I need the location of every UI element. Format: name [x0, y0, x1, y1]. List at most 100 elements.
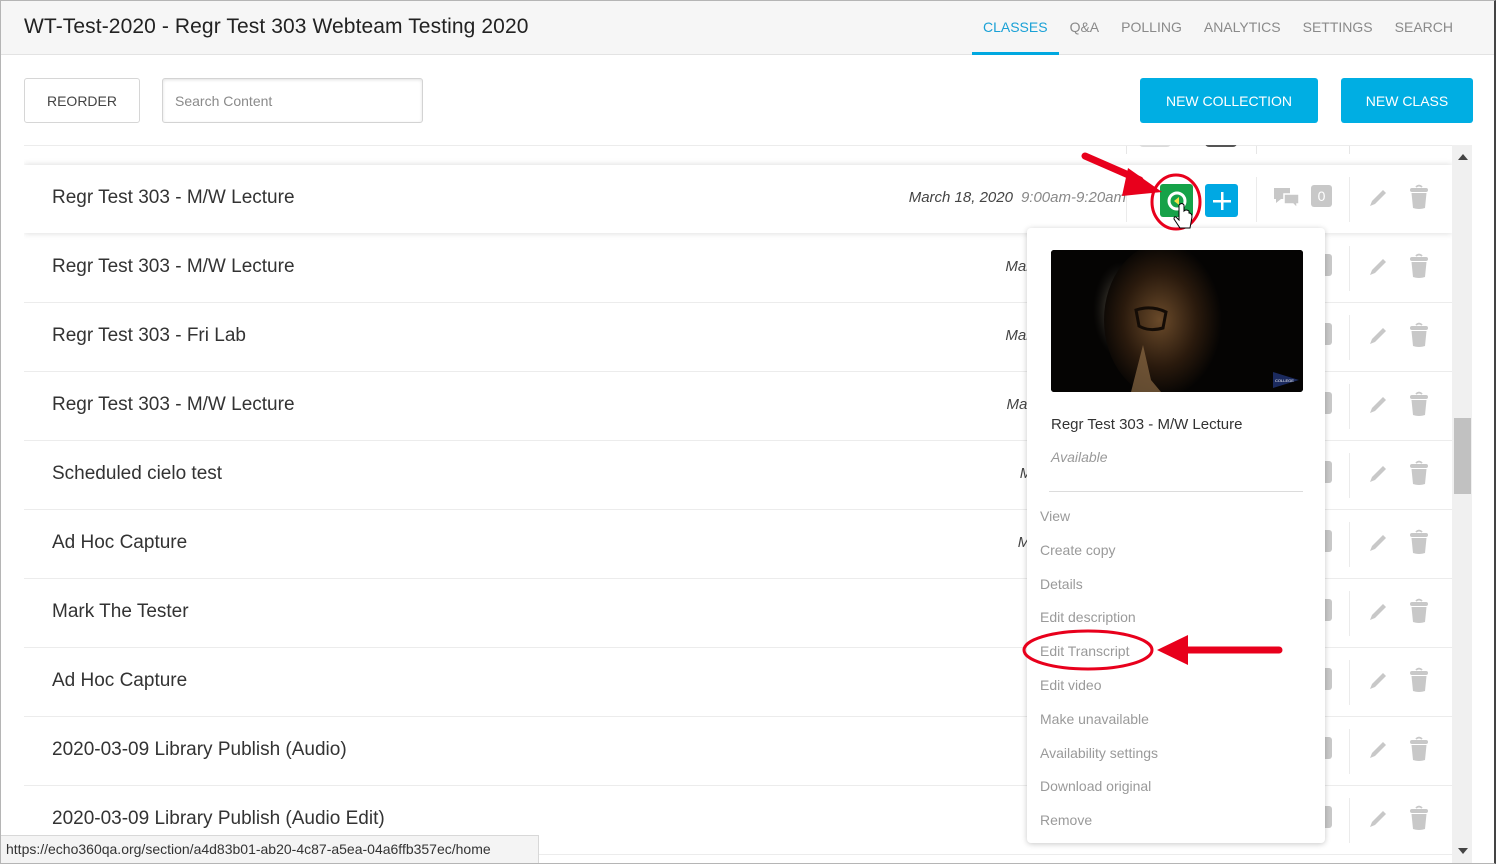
scrollbar-track[interactable]	[1452, 145, 1472, 863]
edit-class-button[interactable]	[1367, 187, 1389, 214]
course-title: WT-Test-2020 - Regr Test 303	[24, 15, 307, 38]
delete-class-button[interactable]	[1408, 184, 1430, 215]
menu-item-view[interactable]: View	[1040, 504, 1158, 538]
class-name[interactable]: Mark The Tester	[52, 601, 189, 623]
class-name[interactable]: Regr Test 303 - M/W Lecture	[52, 394, 295, 416]
new-collection-button[interactable]: NEW COLLECTION	[1140, 78, 1318, 123]
class-row[interactable]: Regr Test 303 - M/W Lecture March 18, 20…	[24, 165, 1452, 233]
add-media-button[interactable]	[1205, 184, 1238, 217]
edit-class-button[interactable]	[1367, 463, 1389, 490]
tab-polling[interactable]: POLLING	[1110, 1, 1193, 55]
partial-row	[24, 145, 1452, 165]
lecture-thumbnail-image: COLLEGE	[1051, 250, 1303, 392]
edit-class-button[interactable]	[1367, 670, 1389, 697]
scroll-up-arrow-icon[interactable]	[1458, 154, 1468, 160]
trash-icon	[1410, 460, 1428, 485]
delete-class-button[interactable]	[1408, 460, 1430, 491]
divider	[1349, 798, 1350, 843]
scrollbar-thumb[interactable]	[1454, 418, 1471, 494]
class-date: March 18, 2020	[908, 189, 1013, 206]
edit-class-button[interactable]	[1367, 256, 1389, 283]
availability-status: Available	[1051, 449, 1108, 465]
pencil-icon	[1370, 811, 1386, 827]
video-thumbnail[interactable]: COLLEGE	[1051, 250, 1303, 392]
delete-class-button[interactable]	[1408, 805, 1430, 836]
partial-button	[1205, 145, 1237, 147]
menu-item-edit-video[interactable]: Edit video	[1040, 673, 1158, 707]
menu-item-make-unavailable[interactable]: Make unavailable	[1040, 707, 1158, 741]
chat-bubbles-icon	[1274, 188, 1300, 210]
class-name[interactable]: Regr Test 303 - M/W Lecture	[52, 256, 295, 278]
menu-item-availability-settings[interactable]: Availability settings	[1040, 741, 1158, 775]
edit-class-button[interactable]	[1367, 601, 1389, 628]
menu-item-create-copy[interactable]: Create copy	[1040, 538, 1158, 572]
pencil-icon	[1370, 535, 1386, 551]
delete-class-button[interactable]	[1408, 529, 1430, 560]
divider	[1049, 491, 1303, 492]
search-content-input[interactable]	[162, 78, 423, 123]
scroll-down-arrow-icon[interactable]	[1458, 848, 1468, 854]
edit-class-button[interactable]	[1367, 394, 1389, 421]
divider	[1256, 177, 1257, 222]
trash-icon	[1410, 253, 1428, 278]
edit-class-button[interactable]	[1367, 325, 1389, 352]
divider	[1349, 522, 1350, 567]
divider	[1349, 177, 1350, 222]
menu-item-download-original[interactable]: Download original	[1040, 774, 1158, 808]
delete-class-button[interactable]	[1408, 598, 1430, 629]
class-date-time: March 18, 2020 9:00am-9:20am	[909, 189, 1126, 206]
trash-icon	[1410, 391, 1428, 416]
delete-class-button[interactable]	[1408, 391, 1430, 422]
discussion-button[interactable]	[1272, 186, 1302, 215]
thumbnail-badge-text: COLLEGE	[1275, 378, 1294, 383]
term-title: Webteam Testing 2020	[312, 15, 529, 38]
divider	[1349, 591, 1350, 636]
pencil-icon	[1370, 259, 1386, 275]
actions-menu: View Create copy Details Edit descriptio…	[1040, 504, 1158, 842]
menu-item-edit-description[interactable]: Edit description	[1040, 605, 1158, 639]
trash-icon	[1410, 805, 1428, 830]
delete-class-button[interactable]	[1408, 253, 1430, 284]
pencil-icon	[1370, 742, 1386, 758]
trash-icon	[1410, 736, 1428, 761]
class-name[interactable]: Scheduled cielo test	[52, 463, 222, 485]
menu-item-edit-transcript[interactable]: Edit Transcript	[1040, 639, 1158, 673]
tab-settings[interactable]: SETTINGS	[1292, 1, 1384, 55]
pencil-icon	[1370, 397, 1386, 413]
tab-qa[interactable]: Q&A	[1059, 1, 1111, 55]
edit-class-button[interactable]	[1367, 739, 1389, 766]
partial-button	[1139, 145, 1171, 147]
delete-class-button[interactable]	[1408, 667, 1430, 698]
tab-search[interactable]: SEARCH	[1384, 1, 1464, 55]
divider	[1256, 146, 1257, 154]
trash-icon	[1410, 529, 1428, 554]
class-name[interactable]: 2020-03-09 Library Publish (Audio Edit)	[52, 808, 385, 830]
divider	[1126, 146, 1127, 154]
edit-class-button[interactable]	[1367, 532, 1389, 559]
new-class-button[interactable]: NEW CLASS	[1341, 78, 1473, 123]
reorder-button[interactable]: REORDER	[24, 78, 140, 123]
plus-icon	[1212, 191, 1231, 210]
menu-item-remove[interactable]: Remove	[1040, 808, 1158, 842]
tab-classes[interactable]: CLASSES	[971, 1, 1059, 55]
class-name[interactable]: Regr Test 303 - Fri Lab	[52, 325, 246, 347]
play-media-icon	[1167, 191, 1186, 210]
class-name[interactable]: Regr Test 303 - M/W Lecture	[52, 187, 295, 209]
divider	[1349, 453, 1350, 498]
tab-analytics[interactable]: ANALYTICS	[1193, 1, 1292, 55]
main-nav: CLASSES Q&A POLLING ANALYTICS SETTINGS S…	[971, 1, 1464, 55]
popover-title: Regr Test 303 - M/W Lecture	[1051, 416, 1243, 433]
delete-class-button[interactable]	[1408, 322, 1430, 353]
trash-icon	[1410, 184, 1428, 209]
class-name[interactable]: Ad Hoc Capture	[52, 532, 187, 554]
menu-item-details[interactable]: Details	[1040, 572, 1158, 606]
delete-class-button[interactable]	[1408, 736, 1430, 767]
play-media-button[interactable]	[1160, 184, 1193, 217]
divider	[1349, 660, 1350, 705]
class-name[interactable]: 2020-03-09 Library Publish (Audio)	[52, 739, 347, 761]
class-actions-popover: COLLEGE Regr Test 303 - M/W Lecture Avai…	[1027, 228, 1325, 843]
divider	[1349, 384, 1350, 429]
class-name[interactable]: Ad Hoc Capture	[52, 670, 187, 692]
trash-icon	[1410, 667, 1428, 692]
edit-class-button[interactable]	[1367, 808, 1389, 835]
